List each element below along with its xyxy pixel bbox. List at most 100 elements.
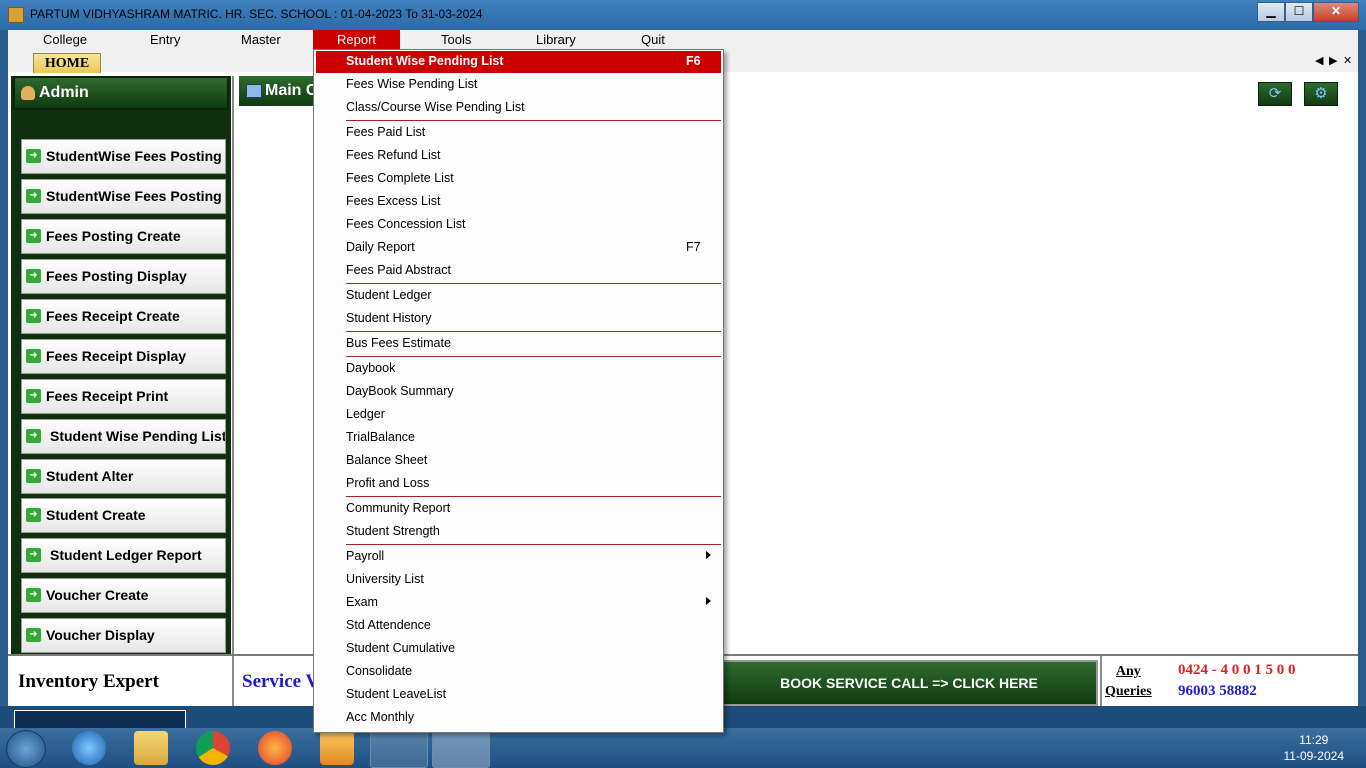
clock[interactable]: 11:29 11-09-2024 [1284, 732, 1345, 764]
menu-item-acc-monthly[interactable]: Acc Monthly [314, 707, 723, 729]
btn-fees-receipt-create[interactable]: ➜ Fees Receipt Create [21, 299, 226, 334]
menu-item-label: Student Strength [346, 524, 440, 538]
btn-fees-receipt-display[interactable]: ➜ Fees Receipt Display [21, 339, 226, 374]
btn-voucher-display[interactable]: ➜ Voucher Display [21, 618, 226, 653]
system-tray: 11:29 11-09-2024 [1096, 728, 1366, 768]
menu-college[interactable]: College [43, 32, 87, 47]
refresh-icon[interactable]: ⟳ [1258, 82, 1292, 106]
menu-separator [346, 283, 721, 284]
menu-item-university-list[interactable]: University List [314, 569, 723, 591]
menu-item-student-cumulative[interactable]: Student Cumulative [314, 638, 723, 660]
menu-item-student-ledger[interactable]: Student Ledger [314, 285, 723, 307]
menu-item-bus-fees-estimate[interactable]: Bus Fees Estimate [314, 333, 723, 355]
media-player-icon[interactable] [320, 731, 354, 765]
internet-explorer-icon[interactable] [72, 731, 106, 765]
button-label: StudentWise Fees Posting Create [46, 148, 225, 164]
menu-item-community-report[interactable]: Community Report [314, 498, 723, 520]
btn-fees-receipt-print[interactable]: ➜ Fees Receipt Print [21, 379, 226, 414]
report-dropdown-menu: Student Wise Pending List F6 Fees Wise Pe… [313, 49, 724, 733]
tab-close-icon[interactable]: ✕ [1343, 54, 1352, 67]
menu-item-std-attendence[interactable]: Std Attendence [314, 615, 723, 637]
folder-icon[interactable] [134, 731, 168, 765]
menu-item-label: Balance Sheet [346, 453, 428, 467]
settings-icon[interactable]: ⚙ [1304, 82, 1338, 106]
menu-item-fees-wise-pending-list[interactable]: Fees Wise Pending List [314, 74, 723, 96]
menu-library[interactable]: Library [536, 32, 576, 47]
menu-item-trial-balance[interactable]: TrialBalance [314, 427, 723, 449]
menu-quit[interactable]: Quit [641, 32, 665, 47]
menu-item-fees-complete-list[interactable]: Fees Complete List [314, 168, 723, 190]
menu-entry[interactable]: Entry [150, 32, 180, 47]
task-school-app[interactable] [432, 730, 490, 768]
button-label: Fees Posting Display [46, 268, 187, 284]
menu-item-fees-paid-list[interactable]: Fees Paid List [314, 122, 723, 144]
admin-label: Admin [39, 84, 89, 101]
btn-studentwise-fees-posting-display[interactable]: ➜ StudentWise Fees Posting Display [21, 179, 226, 214]
menu-item-label: Daily Report [346, 240, 415, 254]
tab-next-icon[interactable]: ▶ [1329, 54, 1337, 67]
logo [14, 710, 186, 730]
tab-home[interactable]: HOME [33, 53, 101, 73]
maximize-button[interactable]: ☐ [1285, 2, 1313, 22]
menu-item-label: Daybook [346, 361, 396, 375]
menu-item-payroll[interactable]: Payroll [314, 546, 723, 568]
menu-item-daybook[interactable]: Daybook [314, 358, 723, 380]
menu-item-exam[interactable]: Exam [314, 592, 723, 614]
menu-item-label: Bus Fees Estimate [346, 336, 451, 350]
menu-separator [346, 496, 721, 497]
menu-separator [346, 544, 721, 545]
menu-report[interactable]: Report [313, 30, 401, 50]
menu-item-profit-and-loss[interactable]: Profit and Loss [314, 473, 723, 495]
close-button[interactable]: ✕ [1313, 2, 1359, 22]
menu-item-consolidate[interactable]: Consolidate [314, 661, 723, 683]
arrow-right-icon: ➜ [26, 628, 41, 642]
menu-bar: College Entry Master Report Tools Librar… [8, 30, 1358, 50]
menu-item-label: TrialBalance [346, 430, 416, 444]
menu-item-label: Student Wise Pending List [346, 54, 504, 68]
tab-prev-icon[interactable]: ◀ [1315, 54, 1323, 67]
btn-fees-posting-create[interactable]: ➜ Fees Posting Create [21, 219, 226, 254]
start-button[interactable] [6, 730, 46, 768]
menu-item-daybook-summary[interactable]: DayBook Summary [314, 381, 723, 403]
menu-item-class-course-wise-pending-list[interactable]: Class/Course Wise Pending List [314, 97, 723, 119]
menu-item-fees-paid-abstract[interactable]: Fees Paid Abstract [314, 260, 723, 282]
title-bar: PARTUM VIDHYASHRAM MATRIC. HR. SEC. SCHO… [0, 0, 1366, 30]
divider [232, 656, 234, 708]
menu-item-student-history[interactable]: Student History [314, 308, 723, 330]
book-service-call-button[interactable]: BOOK SERVICE CALL => CLICK HERE [720, 660, 1098, 706]
phone-number-1: 0424 - 4 0 0 1 5 0 0 [1178, 662, 1296, 678]
menu-item-student-strength[interactable]: Student Strength [314, 521, 723, 543]
menu-item-ledger[interactable]: Ledger [314, 404, 723, 426]
menu-item-fees-refund-list[interactable]: Fees Refund List [314, 145, 723, 167]
btn-student-create[interactable]: ➜ Student Create [21, 498, 226, 533]
menu-item-fees-excess-list[interactable]: Fees Excess List [314, 191, 723, 213]
chrome-icon[interactable] [196, 731, 230, 765]
menu-tools[interactable]: Tools [441, 32, 471, 47]
arrow-right-icon: ➜ [26, 508, 41, 522]
menu-item-label: Fees Wise Pending List [346, 77, 478, 91]
menu-item-label: Fees Concession List [346, 217, 466, 231]
task-app-1[interactable] [370, 730, 428, 768]
btn-student-ledger-report[interactable]: ➜ Student Ledger Report [21, 538, 226, 573]
menu-item-label: Consolidate [346, 664, 413, 678]
minimize-button[interactable]: ▁ [1257, 2, 1285, 22]
btn-fees-posting-display[interactable]: ➜ Fees Posting Display [21, 259, 226, 294]
menu-item-daily-report[interactable]: Daily Report F7 [314, 237, 723, 259]
left-panel: Admin ➜ StudentWise Fees Posting Create ➜… [11, 76, 231, 654]
firefox-icon[interactable] [258, 731, 292, 765]
btn-voucher-create[interactable]: ➜ Voucher Create [21, 578, 226, 613]
menu-item-student-leavelist[interactable]: Student LeaveList [314, 684, 723, 706]
menu-item-label: University List [346, 572, 424, 586]
clock-time: 11:29 [1299, 733, 1329, 747]
service-label: Service V [242, 671, 320, 692]
menu-item-student-wise-pending-list[interactable]: Student Wise Pending List F6 [316, 51, 721, 73]
menu-item-balance-sheet[interactable]: Balance Sheet [314, 450, 723, 472]
menu-item-label: Fees Paid List [346, 125, 426, 139]
btn-studentwise-fees-posting-create[interactable]: ➜ StudentWise Fees Posting Create [21, 139, 226, 174]
btn-student-alter[interactable]: ➜ Student Alter [21, 459, 226, 494]
menu-master[interactable]: Master [241, 32, 281, 47]
arrow-right-icon: ➜ [26, 189, 41, 203]
menu-item-fees-concession-list[interactable]: Fees Concession List [314, 214, 723, 236]
menu-item-label: Student Ledger [346, 288, 432, 302]
btn-student-wise-pending-list[interactable]: ➜ Student Wise Pending List Report [21, 419, 226, 454]
